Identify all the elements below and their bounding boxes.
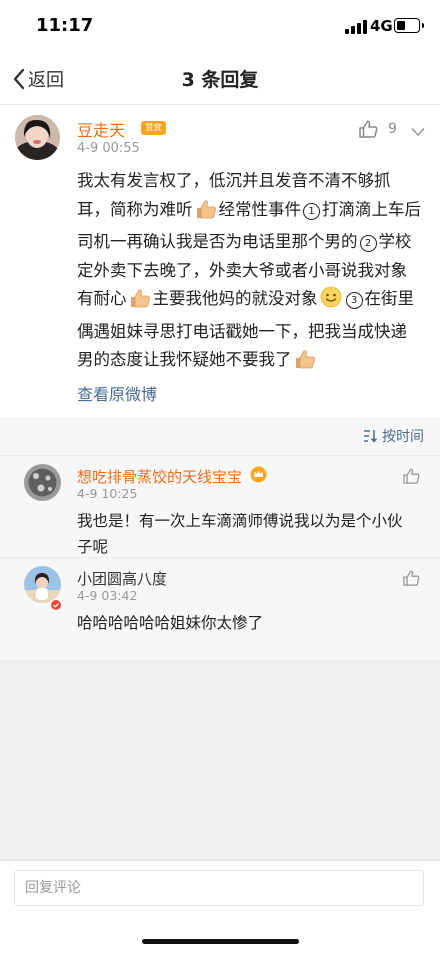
more-button[interactable] [411,127,425,137]
reply-author[interactable]: 想吃排骨蒸饺的天线宝宝 [77,466,242,487]
thumbs-up-emoji [294,349,316,379]
sort-by-time-button[interactable]: 按时间 [363,426,424,446]
chevron-down-icon [411,128,425,136]
crown-badge-icon [250,466,267,483]
thumbs-up-emoji [195,199,217,229]
like-button[interactable] [403,468,420,484]
home-indicator[interactable] [142,939,299,944]
sort-icon [364,430,378,443]
thumbs-up-icon [403,468,420,484]
nav-bar: 返回 3 条回复 [0,54,440,105]
sort-bar: 按时间 [0,417,440,455]
comment-time: 4-9 00:55 [77,141,140,156]
empty-area [0,660,440,860]
comment-text-part: 主要我他妈的就没对象 [152,289,318,308]
smile-emoji [320,286,342,318]
reply-input[interactable]: 回复评论 [14,870,424,906]
comment-text-part: 经常性事件 [218,199,302,219]
list-item: 想吃排骨蒸饺的天线宝宝 4-9 10:25 我也是！有一次上车滴滴师傅说我以为是… [0,455,440,558]
clock: 11:17 [36,15,94,36]
reply-author[interactable]: 小团圆高八度 [77,568,167,589]
battery-icon [394,18,424,33]
page-title: 3 条回复 [181,69,259,91]
network-type: 4G [370,17,393,35]
like-button[interactable] [403,570,420,586]
comment-text: 我太有发言权了，低沉并且发音不清不够抓耳，简称为难听 经常性事件 1 打滴滴上车后司机… [77,167,422,379]
verified-badge-icon [50,599,62,611]
thumbs-up-emoji [129,288,151,318]
main-comment: 豆走天 赞赏 4-9 00:55 9 我太有发言权了，低沉并且发音不清不够抓耳，… [0,105,440,417]
reply-bar: 回复评论 [0,860,440,954]
like-button[interactable]: 9 [359,120,397,138]
avatar[interactable] [24,464,61,501]
reply-time: 4-9 03:42 [77,588,138,603]
reply-text: 哈哈哈哈哈哈姐妹你太惨了 [77,614,264,632]
signal-icon [345,20,367,34]
number-badge: 3 [345,292,363,309]
thumbs-up-icon [359,120,378,138]
member-badge: 赞赏 [141,121,166,135]
list-item: 小团圆高八度 4-9 03:42 哈哈哈哈哈哈姐妹你太惨了 [0,557,440,660]
reply-time: 4-9 10:25 [77,486,138,501]
number-badge: 1 [303,202,320,220]
sort-label: 按时间 [382,429,424,445]
number-badge: 2 [359,235,377,252]
avatar[interactable] [15,115,60,160]
thumbs-up-icon [403,570,420,586]
status-bar: 11:17 4G [0,0,440,54]
reply-text: 我也是！有一次上车滴滴师傅说我以为是个小伙子呢 [77,512,403,556]
avatar[interactable] [24,566,61,603]
view-original-link[interactable]: 查看原微博 [77,381,157,405]
comment-author[interactable]: 豆走天 [77,117,125,141]
like-count: 9 [388,121,397,137]
